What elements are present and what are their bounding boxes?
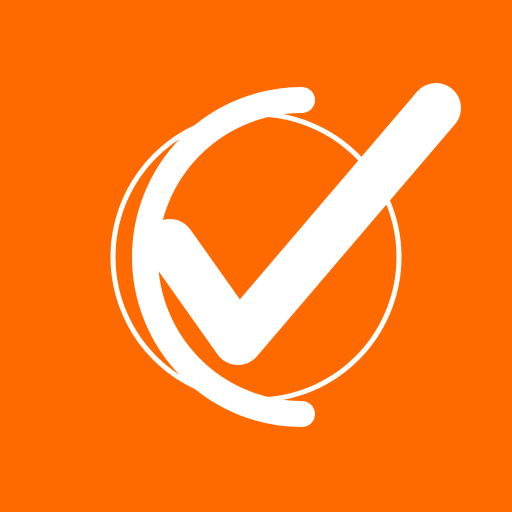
app-icon — [0, 0, 512, 512]
checkmark-in-circle-icon — [110, 83, 461, 427]
